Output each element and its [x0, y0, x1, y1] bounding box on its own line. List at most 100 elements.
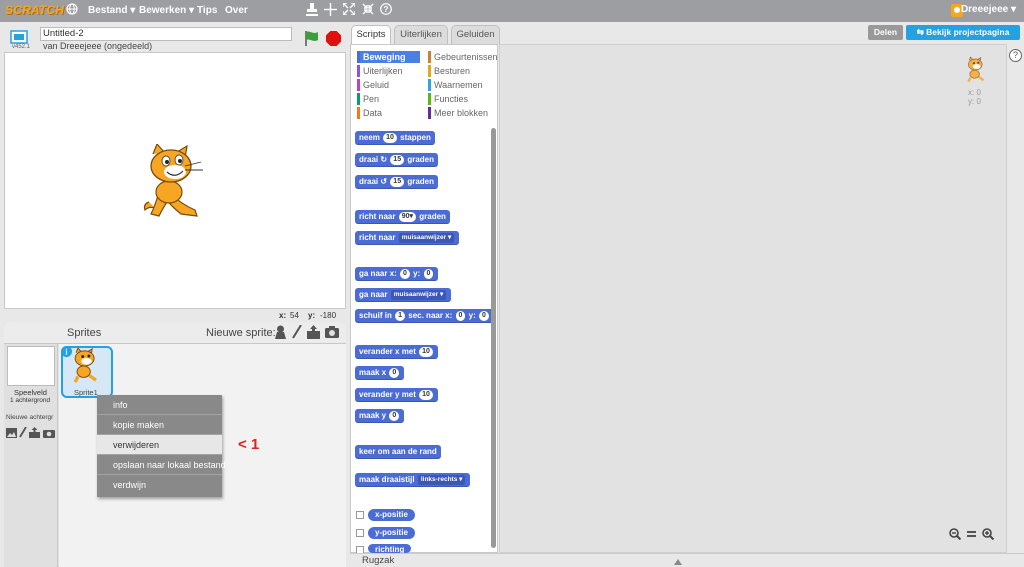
- grow-icon[interactable]: [342, 2, 356, 18]
- category-more-blocks[interactable]: Meer blokken: [428, 107, 496, 119]
- swatch-data: [357, 107, 360, 119]
- block-turn-left[interactable]: draai ↺ 15 graden: [355, 175, 438, 189]
- palette-scrollbar[interactable]: [491, 128, 496, 548]
- script-area[interactable]: [499, 44, 1007, 553]
- category-events-label: Gebeurtenissen: [434, 52, 498, 62]
- sprites-title: Sprites: [67, 327, 102, 339]
- block-goto[interactable]: ga naar muisaanwijzer ▾: [355, 288, 452, 302]
- menu-bewerken[interactable]: Bewerken ▾: [139, 5, 194, 16]
- y-position-checkbox[interactable]: [356, 529, 364, 537]
- backdrop-library-icon[interactable]: [6, 428, 17, 441]
- sprite1-name: Sprite1: [74, 388, 98, 397]
- sprite-context-menu: info kopie maken verwijderen opslaan naa…: [97, 395, 226, 497]
- choose-sprite-library-icon[interactable]: [274, 325, 287, 342]
- duplicate-stamp-icon[interactable]: [306, 3, 318, 19]
- block-goto-xy[interactable]: ga naar x: 0 y: 0: [355, 267, 439, 281]
- block-glide[interactable]: schuif in 1 sec. naar x: 0 y: 0: [355, 309, 494, 323]
- zoom-reset-icon[interactable]: [966, 528, 977, 543]
- context-menu-hide[interactable]: verdwijn: [97, 475, 222, 495]
- menu-tips[interactable]: Tips: [197, 5, 217, 16]
- camera-icon[interactable]: [325, 326, 339, 341]
- upload-sprite-icon[interactable]: [307, 325, 320, 342]
- tips-help-button[interactable]: ?: [1009, 49, 1022, 62]
- block-bounce[interactable]: keer om aan de rand: [355, 445, 441, 459]
- stage-y-value: -180: [320, 311, 337, 320]
- paint-brush-icon[interactable]: [292, 324, 302, 342]
- project-title-input[interactable]: Untitled-2: [40, 27, 292, 41]
- backdrop-paint-icon[interactable]: [19, 426, 27, 441]
- sprite-coords: x: 0 y: 0: [968, 88, 981, 106]
- globe-icon[interactable]: [66, 3, 78, 18]
- context-menu-delete[interactable]: verwijderen: [97, 435, 222, 455]
- backpack-expand-icon[interactable]: [674, 556, 682, 567]
- stop-sign-icon[interactable]: [326, 31, 341, 49]
- new-sprite-label: Nieuwe sprite:: [206, 327, 276, 339]
- zoom-out-icon[interactable]: [949, 528, 962, 543]
- cat-sprite-icon[interactable]: [141, 142, 211, 223]
- help-icon[interactable]: ?: [380, 3, 392, 18]
- category-looks-label: Uiterlijken: [363, 66, 403, 76]
- category-events[interactable]: Gebeurtenissen: [428, 51, 498, 63]
- category-motion[interactable]: Beweging: [357, 51, 420, 63]
- category-sound[interactable]: Geluid: [357, 79, 420, 91]
- stage-backdrop-count: 1 achtergrond: [10, 397, 51, 404]
- zoom-in-icon[interactable]: [982, 528, 995, 543]
- reporter-y-position[interactable]: y-positie: [368, 527, 415, 539]
- block-turn-right[interactable]: draai ↻ 15 graden: [355, 153, 438, 167]
- sprite-coord-y: y: 0: [968, 97, 981, 106]
- category-data[interactable]: Data: [357, 107, 420, 119]
- swatch-events: [428, 51, 431, 63]
- category-more-blocks-label: Meer blokken: [434, 108, 489, 118]
- category-data-label: Data: [363, 108, 383, 118]
- category-sound-label: Geluid: [363, 80, 390, 90]
- tab-scripts[interactable]: Scripts: [351, 25, 391, 46]
- annotation-marker: < 1: [238, 436, 260, 453]
- user-menu[interactable]: Dreeejeee ▾: [961, 4, 1016, 15]
- backdrop-upload-icon[interactable]: [29, 427, 40, 441]
- category-sensing[interactable]: Waarnemen: [428, 79, 496, 91]
- backpack-bar[interactable]: Rugzak: [350, 553, 1024, 567]
- shrink-icon[interactable]: [362, 3, 374, 18]
- version-label: v452.1: [12, 44, 31, 50]
- stage-y-label: y:: [308, 311, 316, 320]
- reporter-direction[interactable]: richting: [368, 544, 412, 553]
- block-point-towards[interactable]: richt naar muisaanwijzer ▾: [355, 231, 460, 245]
- block-set-x[interactable]: maak x 0: [355, 366, 405, 380]
- turn-left-icon: ↺: [380, 177, 388, 186]
- context-menu-duplicate[interactable]: kopie maken: [97, 415, 222, 435]
- menu-over[interactable]: Over: [225, 5, 248, 16]
- swatch-control: [428, 65, 431, 77]
- stage-name: Speelveld: [14, 388, 47, 397]
- reporter-x-position[interactable]: x-positie: [368, 509, 415, 521]
- block-point-direction[interactable]: richt naar 90▾ graden: [355, 210, 450, 224]
- view-project-page-button[interactable]: ⇆ Bekijk projectpagina: [906, 25, 1020, 40]
- scratch-logo[interactable]: SCRATCH: [5, 3, 64, 19]
- sprite-preview-icon: [965, 56, 989, 87]
- block-set-y[interactable]: maak y 0: [355, 409, 405, 423]
- stage-x-label: x:: [279, 311, 287, 320]
- delete-scissors-icon[interactable]: [324, 3, 337, 19]
- context-menu-save-local[interactable]: opslaan naar lokaal bestand: [97, 455, 226, 475]
- block-change-x[interactable]: verander x met 10: [355, 345, 438, 359]
- block-rotation-style[interactable]: maak draaistijl links-rechts ▾: [355, 473, 471, 487]
- tab-sounds[interactable]: Geluiden: [451, 25, 500, 45]
- new-backdrop-label: Nieuwe achtergr: [6, 414, 54, 421]
- swatch-operators: [428, 93, 431, 105]
- category-control[interactable]: Besturen: [428, 65, 496, 77]
- swatch-more-blocks: [428, 107, 431, 119]
- block-move-steps[interactable]: neem 10 stappen: [355, 131, 435, 145]
- block-change-y[interactable]: verander y met 10: [355, 388, 438, 402]
- x-position-checkbox[interactable]: [356, 511, 364, 519]
- context-menu-info[interactable]: info: [97, 395, 222, 415]
- stage-thumbnail[interactable]: [7, 346, 55, 386]
- menu-bestand[interactable]: Bestand ▾: [88, 5, 135, 16]
- tab-costumes[interactable]: Uiterlijken: [394, 25, 448, 45]
- category-looks[interactable]: Uiterlijken: [357, 65, 420, 77]
- green-flag-icon[interactable]: [304, 30, 320, 49]
- backdrop-camera-icon[interactable]: [43, 428, 55, 441]
- category-operators[interactable]: Functies: [428, 93, 496, 105]
- category-pen[interactable]: Pen: [357, 93, 420, 105]
- turn-right-icon: ↻: [380, 155, 388, 164]
- share-button[interactable]: Delen: [868, 25, 903, 40]
- category-sensing-label: Waarnemen: [434, 80, 483, 90]
